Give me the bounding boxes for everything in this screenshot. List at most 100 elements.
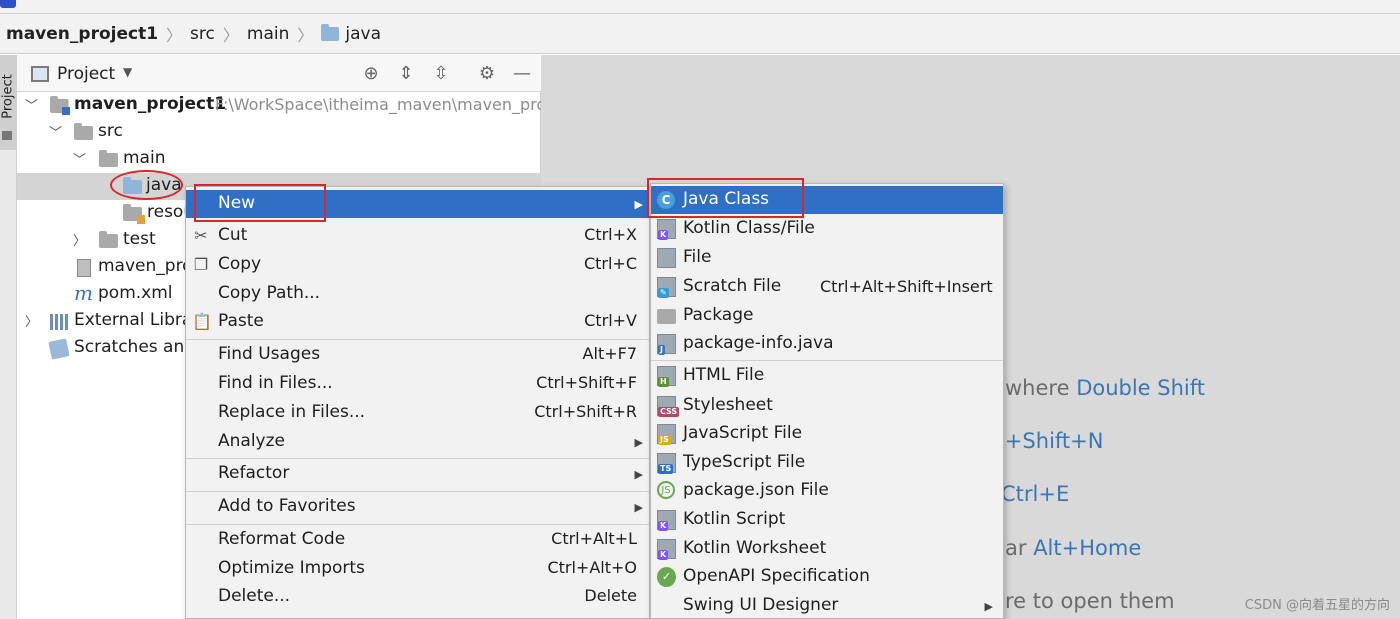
tree-row-src[interactable]: ﹀ src bbox=[17, 119, 541, 146]
menu-separator bbox=[651, 360, 1003, 361]
menu-item-copy[interactable]: ❐ Copy Ctrl+C bbox=[186, 251, 649, 279]
menu-item-optimize-imports[interactable]: Optimize Imports Ctrl+Alt+O bbox=[186, 555, 649, 583]
hint-recent-files: Ctrl+E bbox=[1001, 482, 1069, 506]
tree-row-root[interactable]: ﹀ maven_project1 F:\WorkSpace\itheima_ma… bbox=[17, 92, 546, 119]
menu-item-label: Reformat Code bbox=[218, 529, 346, 549]
submenu-item-label: package.json File bbox=[683, 480, 829, 500]
menu-item-cut[interactable]: ✂ Cut Ctrl+X bbox=[186, 222, 649, 250]
breadcrumb-src[interactable]: src bbox=[190, 24, 215, 44]
scratches-icon bbox=[48, 338, 70, 360]
minimize-icon[interactable]: — bbox=[511, 63, 533, 85]
locate-icon[interactable]: ⊕ bbox=[360, 63, 382, 85]
submenu-item-kotlin-script[interactable]: K Kotlin Script bbox=[651, 506, 1003, 534]
menu-item-copy-path[interactable]: Copy Path... bbox=[186, 280, 649, 308]
submenu-item-label: JavaScript File bbox=[683, 423, 803, 443]
submenu-item-kotlin-class[interactable]: K Kotlin Class/File bbox=[651, 215, 1003, 243]
menu-item-analyze[interactable]: Analyze ▶ bbox=[186, 428, 649, 456]
kotlin-file-icon: K bbox=[657, 219, 676, 240]
chevron-right-icon: 〉 bbox=[222, 25, 239, 45]
submenu-item-javascript-file[interactable]: JS JavaScript File bbox=[651, 420, 1003, 448]
collapse-all-icon[interactable]: ⇳ bbox=[430, 63, 452, 85]
submenu-arrow-icon: ▶ bbox=[984, 600, 993, 613]
project-panel-title[interactable]: Project bbox=[57, 64, 115, 84]
menu-item-paste[interactable]: 📋 Paste Ctrl+V bbox=[186, 308, 649, 336]
submenu-item-openapi[interactable]: ✓ OpenAPI Specification bbox=[651, 563, 1003, 591]
chevron-down-icon[interactable]: ﹀ bbox=[25, 95, 38, 114]
submenu-item-kotlin-worksheet[interactable]: K Kotlin Worksheet bbox=[651, 535, 1003, 563]
library-icon bbox=[50, 314, 68, 330]
submenu-item-label: Kotlin Script bbox=[683, 509, 786, 529]
menu-item-label: Find in Files... bbox=[218, 373, 333, 393]
submenu-item-package-json[interactable]: JS package.json File bbox=[651, 477, 1003, 505]
submenu-item-package-info[interactable]: J package-info.java bbox=[651, 330, 1003, 358]
breadcrumb-main[interactable]: main bbox=[247, 24, 289, 44]
tool-window-strip: Project bbox=[0, 55, 17, 619]
hint-key: Ctrl+E bbox=[1001, 482, 1070, 506]
tree-label-libraries: External Librar bbox=[74, 310, 200, 330]
submenu-item-label: Kotlin Worksheet bbox=[683, 538, 827, 558]
menu-item-replace-in-files[interactable]: Replace in Files... Ctrl+Shift+R bbox=[186, 399, 649, 427]
chevron-down-icon[interactable]: ▼ bbox=[123, 65, 132, 79]
menu-item-shortcut: Ctrl+Alt+O bbox=[547, 558, 637, 577]
menu-item-shortcut: Ctrl+V bbox=[584, 311, 637, 330]
openapi-icon: ✓ bbox=[657, 567, 676, 587]
menu-item-add-to-favorites[interactable]: Add to Favorites ▶ bbox=[186, 493, 649, 521]
menu-item-refactor[interactable]: Refactor ▶ bbox=[186, 460, 649, 488]
hint-search-everywhere: where Double Shift bbox=[1005, 376, 1205, 400]
menu-separator bbox=[186, 491, 649, 492]
submenu-item-swing-ui-designer[interactable]: Swing UI Designer ▶ bbox=[651, 592, 1003, 619]
watermark: CSDN @向着五星的方向 bbox=[1244, 598, 1390, 613]
chevron-down-icon[interactable]: ﹀ bbox=[73, 149, 86, 168]
menu-item-find-usages[interactable]: Find Usages Alt+F7 bbox=[186, 341, 649, 369]
submenu-item-scratch-file[interactable]: ✎ Scratch File Ctrl+Alt+Shift+Insert bbox=[651, 273, 1003, 301]
project-tool-tab[interactable]: Project bbox=[0, 55, 17, 150]
submenu-item-stylesheet[interactable]: CSS Stylesheet bbox=[651, 392, 1003, 420]
typescript-file-icon: TS bbox=[657, 453, 676, 474]
submenu-item-label: Stylesheet bbox=[683, 395, 773, 415]
menu-item-label: Replace in Files... bbox=[218, 402, 366, 422]
menu-item-shortcut: Ctrl+Shift+R bbox=[534, 402, 637, 421]
submenu-item-package[interactable]: Package bbox=[651, 302, 1003, 330]
submenu-item-file[interactable]: File bbox=[651, 244, 1003, 272]
package-icon bbox=[657, 309, 676, 324]
submenu-item-label: OpenAPI Specification bbox=[683, 566, 870, 586]
gear-icon[interactable]: ⚙ bbox=[476, 63, 498, 85]
submenu-item-label: Scratch File bbox=[683, 276, 782, 296]
tree-label-test: test bbox=[123, 229, 156, 249]
breadcrumb-java[interactable]: java bbox=[345, 24, 381, 44]
breadcrumb-project[interactable]: maven_project1 bbox=[6, 24, 158, 44]
menu-item-shortcut: Ctrl+Shift+F bbox=[536, 373, 637, 392]
menu-separator bbox=[186, 339, 649, 340]
tree-row-main[interactable]: ﹀ main bbox=[17, 146, 541, 173]
annotation-circle bbox=[110, 170, 183, 200]
menu-item-shortcut: Delete bbox=[584, 586, 637, 605]
folder-icon bbox=[2, 131, 12, 140]
hint-text: where bbox=[1005, 376, 1077, 400]
menu-item-label: Copy Path... bbox=[218, 283, 321, 303]
expand-all-icon[interactable]: ⇕ bbox=[395, 63, 417, 85]
menu-item-shortcut: Ctrl+Alt+L bbox=[551, 529, 637, 548]
hint-drop-files: re to open them bbox=[1005, 589, 1175, 613]
tree-label-src: src bbox=[98, 121, 123, 141]
chevron-down-icon[interactable]: ﹀ bbox=[49, 122, 62, 141]
chevron-right-icon[interactable]: 〉 bbox=[25, 311, 38, 330]
menu-item-find-in-files[interactable]: Find in Files... Ctrl+Shift+F bbox=[186, 370, 649, 398]
html-file-icon: H bbox=[657, 366, 676, 387]
submenu-item-shortcut: Ctrl+Alt+Shift+Insert bbox=[820, 277, 993, 296]
folder-icon bbox=[74, 123, 93, 140]
hint-key: Alt+Home bbox=[1033, 536, 1142, 560]
menu-item-delete[interactable]: Delete... Delete bbox=[186, 583, 649, 611]
tree-label-scratches: Scratches and bbox=[74, 337, 196, 357]
menu-item-shortcut: Ctrl+X bbox=[584, 225, 637, 244]
tree-label-root: maven_project1 bbox=[74, 94, 227, 114]
menu-item-shortcut: Ctrl+C bbox=[583, 254, 637, 273]
java-file-icon: J bbox=[657, 334, 676, 355]
submenu-item-typescript-file[interactable]: TS TypeScript File bbox=[651, 449, 1003, 477]
submenu-item-html-file[interactable]: H HTML File bbox=[651, 362, 1003, 390]
annotation-box-java-class bbox=[647, 178, 804, 218]
tree-root-path: F:\WorkSpace\itheima_maven\maven_pro bbox=[215, 95, 547, 114]
chevron-right-icon[interactable]: 〉 bbox=[73, 230, 86, 249]
submenu-item-label: Kotlin Class/File bbox=[683, 218, 815, 238]
chevron-right-icon: 〉 bbox=[166, 25, 183, 45]
menu-item-reformat-code[interactable]: Reformat Code Ctrl+Alt+L bbox=[186, 526, 649, 554]
